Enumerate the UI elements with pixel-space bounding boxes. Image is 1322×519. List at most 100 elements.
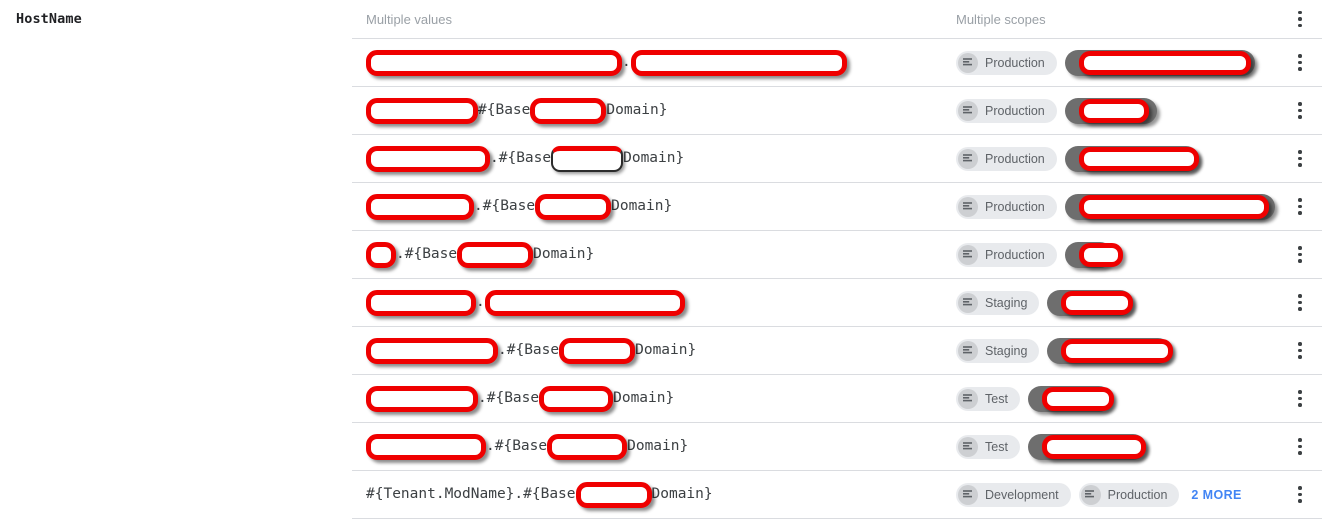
redaction-box [1041, 434, 1146, 459]
scopes-cell[interactable]: Production [930, 183, 1278, 230]
table-header-row: Multiple values Multiple scopes [352, 0, 1322, 39]
scopes-cell[interactable]: Staging [930, 279, 1278, 326]
value-cell[interactable]: . [352, 39, 930, 86]
kebab-menu-icon[interactable] [1290, 389, 1310, 409]
kebab-menu-icon[interactable] [1290, 485, 1310, 505]
scope-chip-label: Test [985, 391, 1008, 406]
scopes-cell[interactable]: Test [930, 423, 1278, 470]
scopes-placeholder-text: Multiple scopes [956, 11, 1046, 27]
scope-chip-label: Production [1107, 487, 1168, 502]
table-row[interactable]: .#{Base Domain} Test [352, 375, 1322, 423]
scopes-cell[interactable]: Production [930, 87, 1278, 134]
kebab-menu-icon[interactable] [1290, 149, 1310, 169]
value-cell[interactable]: . [352, 279, 930, 326]
scope-chip[interactable]: Staging [956, 338, 1040, 363]
value-cell[interactable]: .#{Base Domain} [352, 423, 930, 470]
scope-chip[interactable]: Production [956, 194, 1057, 219]
value-cell[interactable]: .#{Base Domain} [352, 327, 930, 374]
kebab-menu-icon[interactable] [1290, 9, 1310, 29]
kebab-menu-icon[interactable] [1290, 53, 1310, 73]
kebab-menu-icon[interactable] [1290, 245, 1310, 265]
redaction-box [484, 289, 685, 316]
table-row[interactable]: #{Tenant.ModName}.#{Base Domain} Developme… [352, 471, 1322, 519]
scopes-cell[interactable]: Production [930, 135, 1278, 182]
scope-chip[interactable]: Production [956, 242, 1057, 267]
value-text-fragment: .#{Base [478, 390, 540, 407]
table-row[interactable]: .#{Base Domain} Production [352, 183, 1322, 231]
row-menu-cell[interactable] [1278, 135, 1322, 182]
more-scopes-link[interactable]: 2 MORE [1191, 488, 1241, 502]
row-menu-cell[interactable] [1278, 327, 1322, 374]
redaction-box [366, 385, 478, 412]
scope-chip[interactable]: Development [956, 482, 1071, 507]
table-row[interactable]: .#{Base Domain} Test [352, 423, 1322, 471]
scopes-cell[interactable]: Test [930, 375, 1278, 422]
scope-chip-redacted[interactable] [1064, 49, 1255, 76]
row-menu-cell[interactable] [1278, 471, 1322, 518]
scope-list-icon [958, 148, 978, 169]
scopes-cell[interactable]: Production [930, 39, 1278, 86]
kebab-menu-icon[interactable] [1290, 341, 1310, 361]
scope-chip[interactable]: Production [1078, 482, 1180, 507]
value-cell[interactable]: .#{Base Domain} [352, 375, 930, 422]
redaction-box [1061, 290, 1134, 315]
kebab-menu-icon[interactable] [1290, 101, 1310, 121]
value-cell[interactable]: .#{Base Domain} [352, 183, 930, 230]
scope-chip[interactable]: Production [956, 98, 1057, 123]
kebab-menu-icon[interactable] [1290, 197, 1310, 217]
scope-chip-redacted[interactable] [1064, 145, 1199, 172]
redaction-box [366, 241, 396, 268]
scope-chip-label: Production [985, 151, 1045, 166]
scope-chip-redacted[interactable] [1047, 289, 1134, 316]
scopes-cell[interactable]: Production [930, 231, 1278, 278]
scope-chip-redacted[interactable] [1064, 193, 1275, 220]
redaction-box [535, 193, 612, 220]
scope-chip-redacted[interactable] [1064, 241, 1123, 268]
scopes-cell[interactable]: Staging [930, 327, 1278, 374]
scope-chip-label: Production [985, 103, 1045, 118]
table-row[interactable]: .#{Base Domain} Production [352, 135, 1322, 183]
table-row[interactable]: #{Base Domain} Production [352, 87, 1322, 135]
table-body: . Production #{Base Domain} Production .#{Bas… [352, 39, 1322, 519]
redaction-box [1078, 242, 1123, 267]
table-row[interactable]: . Staging [352, 279, 1322, 327]
value-text-fragment: . [622, 54, 631, 71]
redaction-box [1078, 146, 1199, 171]
row-menu-cell[interactable] [1278, 183, 1322, 230]
scope-chip[interactable]: Production [956, 50, 1057, 75]
scope-chip[interactable]: Staging [956, 290, 1040, 315]
property-editor-panel: HostName Multiple values Multiple scopes… [0, 0, 1322, 519]
header-cell-scopes: Multiple scopes [930, 0, 1278, 38]
scope-chip[interactable]: Test [956, 434, 1020, 459]
row-menu-cell[interactable] [1278, 39, 1322, 86]
scope-list-icon [958, 436, 978, 457]
scope-chip-redacted[interactable] [1027, 385, 1114, 412]
value-cell[interactable]: #{Tenant.ModName}.#{Base Domain} [352, 471, 930, 518]
value-cell[interactable]: .#{Base Domain} [352, 135, 930, 182]
row-menu-cell[interactable] [1278, 87, 1322, 134]
scopes-cell[interactable]: Development Production 2 MORE [930, 471, 1278, 518]
table-row[interactable]: . Production [352, 39, 1322, 87]
value-cell[interactable]: .#{Base Domain} [352, 231, 930, 278]
scope-chip-redacted[interactable] [1064, 97, 1157, 124]
value-text-fragment: Domain} [606, 102, 668, 119]
row-menu-cell[interactable] [1278, 231, 1322, 278]
redaction-box [366, 97, 478, 124]
value-cell[interactable]: #{Base Domain} [352, 87, 930, 134]
table-row[interactable]: .#{Base Domain} Production [352, 231, 1322, 279]
scope-chip[interactable]: Production [956, 146, 1057, 171]
redaction-box [366, 337, 498, 364]
scope-chip-label: Test [985, 439, 1008, 454]
scope-chip-redacted[interactable] [1047, 337, 1174, 364]
kebab-menu-icon[interactable] [1290, 437, 1310, 457]
value-text-fragment: #{Tenant.ModName}.#{Base [366, 486, 576, 503]
table-row[interactable]: .#{Base Domain} Staging [352, 327, 1322, 375]
scope-chip-redacted[interactable] [1027, 433, 1146, 460]
row-menu-cell[interactable] [1278, 279, 1322, 326]
scope-chip[interactable]: Test [956, 386, 1020, 411]
scope-list-icon [958, 484, 978, 505]
row-menu-cell[interactable] [1278, 423, 1322, 470]
redaction-box [366, 289, 476, 316]
kebab-menu-icon[interactable] [1290, 293, 1310, 313]
row-menu-cell[interactable] [1278, 375, 1322, 422]
